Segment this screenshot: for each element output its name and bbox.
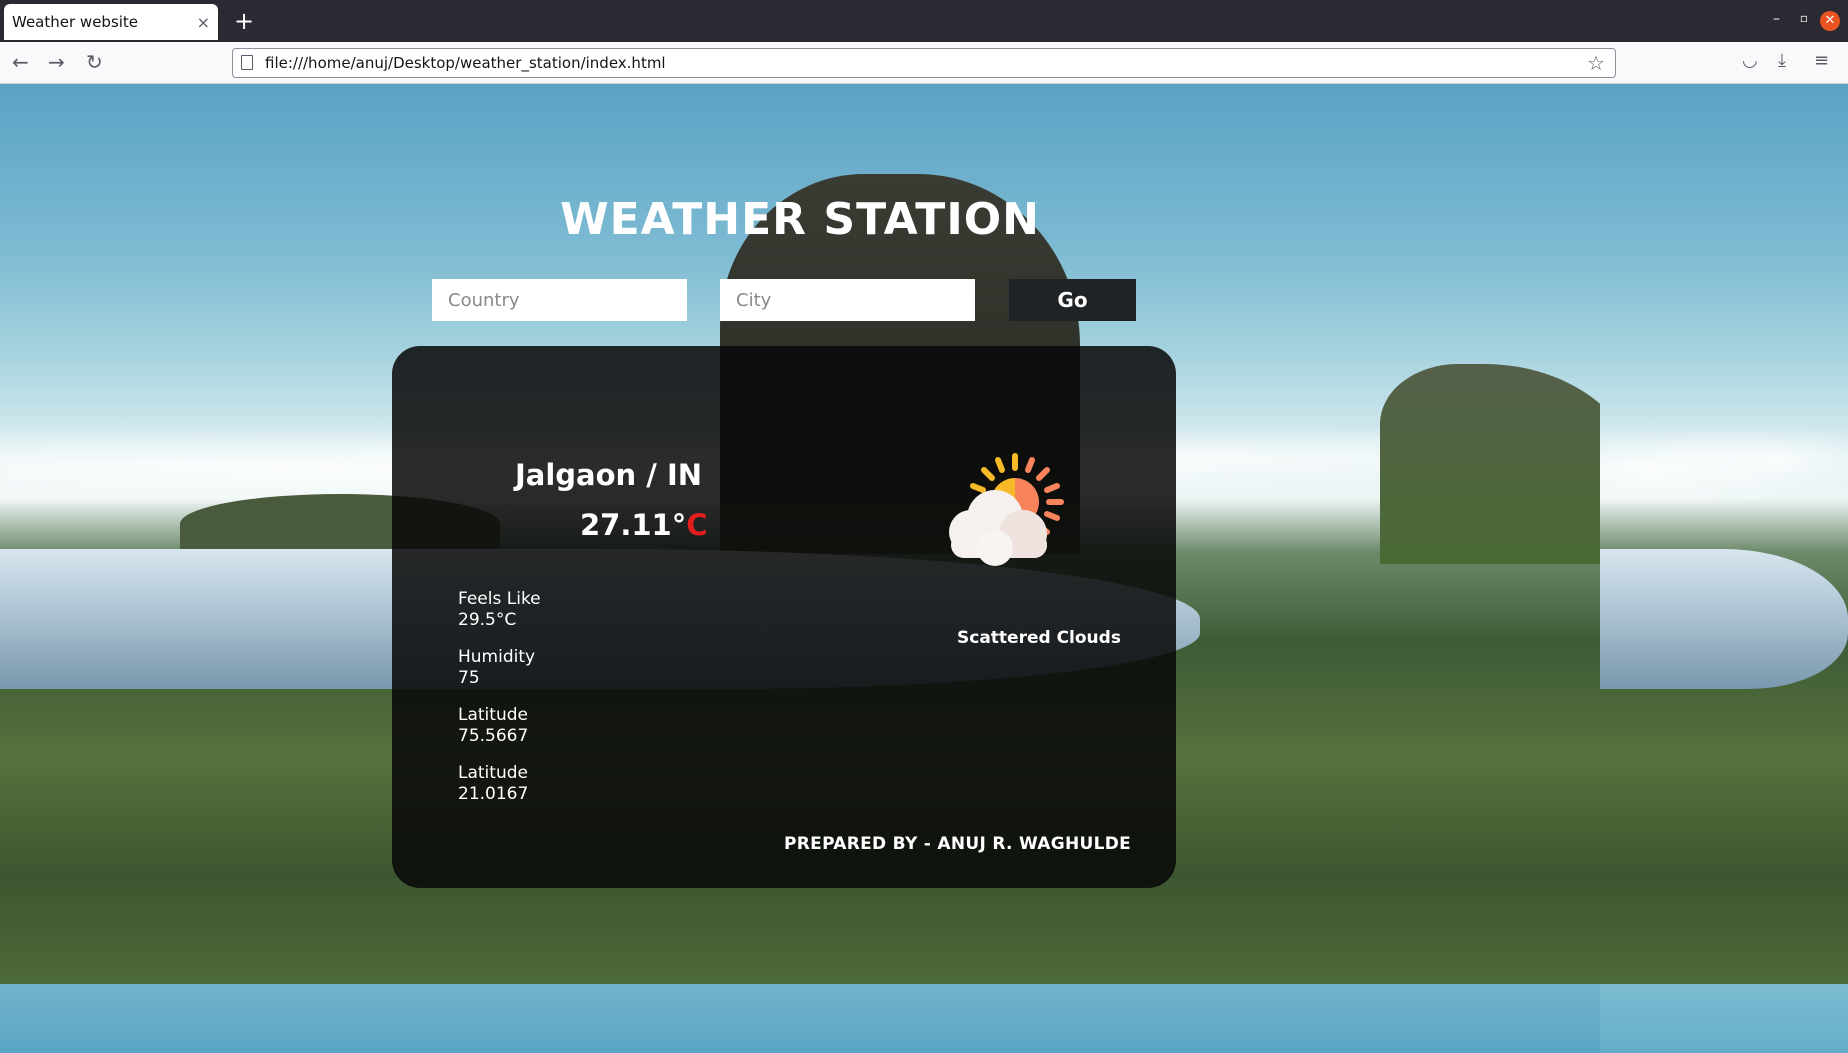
weather-card: Jalgaon / IN 27.11°C Feels Like 29.5°C H… bbox=[392, 346, 1176, 888]
background-image-repeat bbox=[1600, 84, 1848, 984]
weather-condition: Scattered Clouds bbox=[957, 628, 1121, 648]
browser-tab-bar: Weather website × + – ▫ ✕ bbox=[0, 0, 1848, 42]
tab-close-icon[interactable]: × bbox=[197, 13, 210, 32]
menu-hamburger-icon[interactable]: ≡ bbox=[1814, 50, 1829, 71]
page-viewport: WEATHER STATION Go Jalgaon / IN 27.11°C … bbox=[0, 84, 1848, 1053]
browser-nav-bar: ← → ↻ file:///home/anuj/Desktop/weather_… bbox=[0, 42, 1848, 84]
back-arrow-icon[interactable]: ← bbox=[12, 50, 29, 74]
reload-icon[interactable]: ↻ bbox=[86, 50, 103, 74]
new-tab-button[interactable]: + bbox=[234, 7, 254, 35]
country-input[interactable] bbox=[432, 279, 687, 321]
bookmark-star-icon[interactable]: ☆ bbox=[1587, 51, 1605, 75]
tab-title: Weather website bbox=[12, 13, 139, 31]
location-name: Jalgaon / IN bbox=[515, 458, 703, 492]
browser-tab[interactable]: Weather website × bbox=[4, 4, 218, 40]
forward-arrow-icon[interactable]: → bbox=[48, 50, 65, 74]
city-input[interactable] bbox=[720, 279, 975, 321]
author-credit: PREPARED BY - ANUJ R. WAGHULDE bbox=[784, 834, 1132, 854]
page-document-icon bbox=[241, 55, 253, 70]
feels-like-label: Feels Like bbox=[458, 589, 541, 609]
go-button[interactable]: Go bbox=[1009, 279, 1136, 321]
sun-behind-cloud-icon bbox=[949, 453, 1064, 566]
download-icon[interactable]: ⤓ bbox=[1778, 50, 1786, 71]
latitude-value: 21.0167 bbox=[458, 784, 529, 804]
window-close-icon[interactable]: ✕ bbox=[1820, 11, 1840, 31]
background-bottom-strip bbox=[0, 984, 1600, 1053]
page-title: WEATHER STATION bbox=[560, 194, 1040, 245]
minimize-icon[interactable]: – bbox=[1773, 11, 1780, 27]
feels-like-value: 29.5°C bbox=[458, 610, 517, 630]
humidity-label: Humidity bbox=[458, 647, 536, 667]
longitude-label: Latitude bbox=[458, 705, 528, 725]
pocket-icon[interactable]: ◡ bbox=[1742, 50, 1758, 71]
temperature-unit: C bbox=[686, 508, 708, 542]
url-bar[interactable]: file:///home/anuj/Desktop/weather_statio… bbox=[232, 48, 1616, 78]
humidity-value: 75 bbox=[458, 668, 480, 688]
temperature-value: 27.11° bbox=[580, 508, 687, 542]
url-text[interactable]: file:///home/anuj/Desktop/weather_statio… bbox=[265, 54, 666, 72]
temperature: 27.11°C bbox=[580, 508, 708, 542]
restore-icon[interactable]: ▫ bbox=[1800, 11, 1808, 25]
latitude-label: Latitude bbox=[458, 763, 528, 783]
longitude-value: 75.5667 bbox=[458, 726, 529, 746]
background-bottom-strip-repeat bbox=[1600, 984, 1848, 1053]
